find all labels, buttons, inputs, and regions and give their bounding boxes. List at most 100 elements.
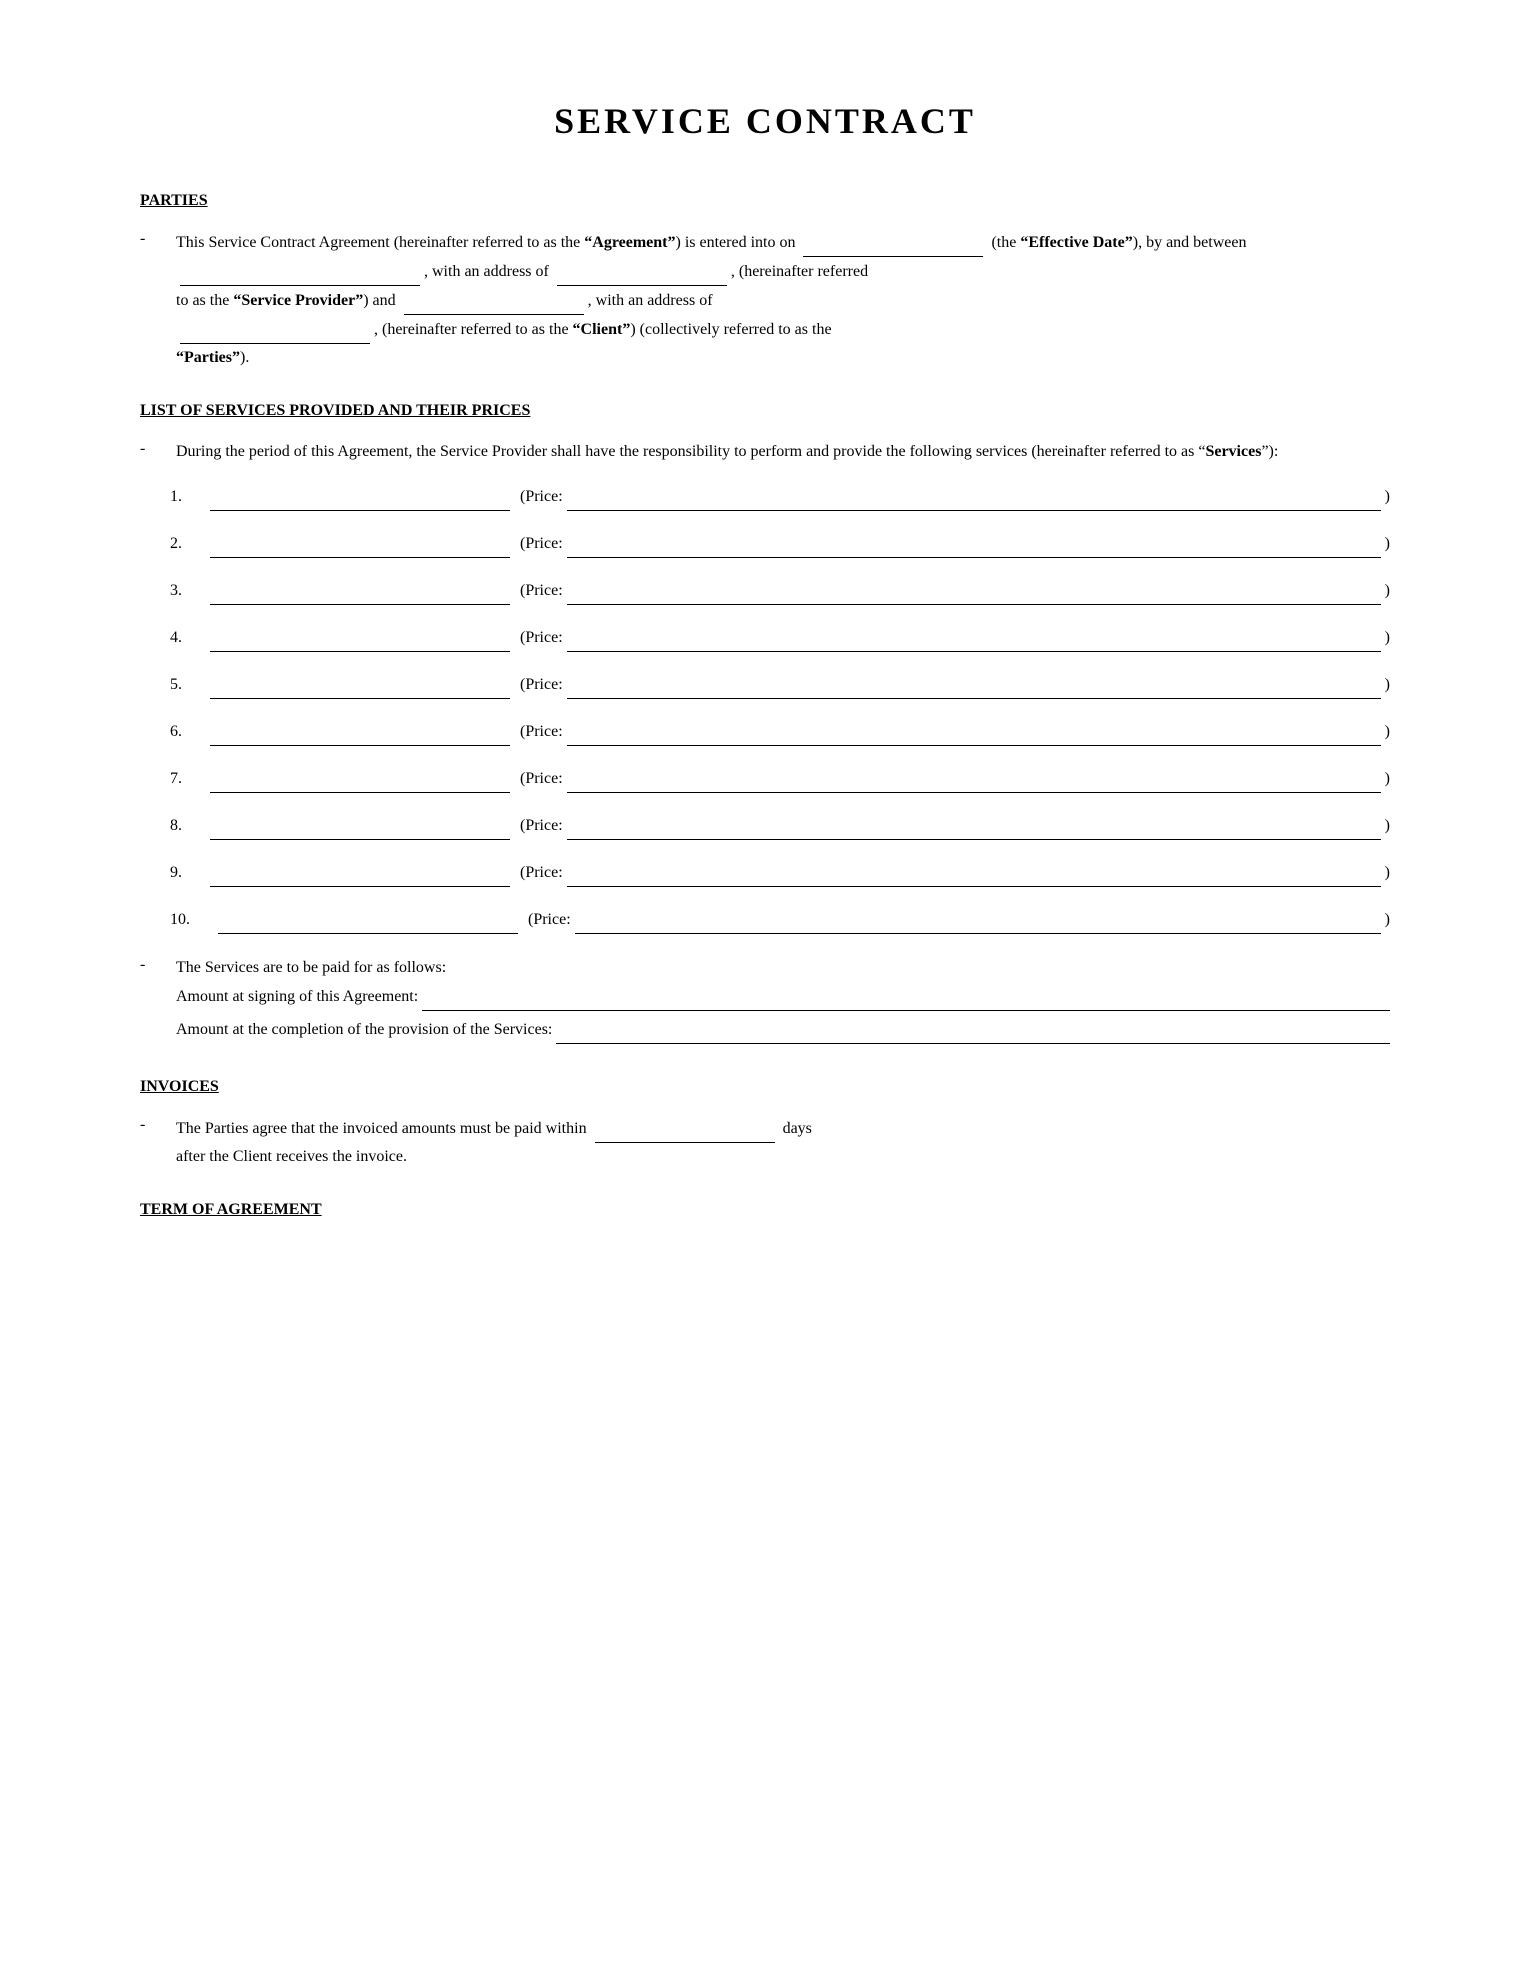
service-num-5: 5. xyxy=(170,671,210,699)
payment-dash-icon: - xyxy=(140,956,168,1048)
service-item-7: 7. (Price: ) xyxy=(170,764,1390,793)
price-close-1: ) xyxy=(1385,483,1390,511)
price-close-2: ) xyxy=(1385,530,1390,558)
service-item-9: 9. (Price: ) xyxy=(170,858,1390,887)
service-name-blank-2[interactable] xyxy=(210,529,510,558)
invoices-intro: The Parties agree that the invoiced amou… xyxy=(176,1120,591,1137)
service-num-1: 1. xyxy=(170,483,210,511)
price-blank-6[interactable] xyxy=(567,717,1381,746)
price-blank-3[interactable] xyxy=(567,576,1381,605)
price-blank-8[interactable] xyxy=(567,811,1381,840)
service-item-1: 1. (Price: ) xyxy=(170,482,1390,511)
payment-completion-row: Amount at the completion of the provisio… xyxy=(176,1015,1390,1044)
effective-date-blank[interactable] xyxy=(803,228,983,257)
service-item-8: 8. (Price: ) xyxy=(170,811,1390,840)
client-name-blank[interactable] xyxy=(404,286,584,315)
price-close-8: ) xyxy=(1385,812,1390,840)
invoices-days-label: days xyxy=(779,1120,812,1137)
parties-p3: , with an address of xyxy=(424,263,553,280)
service-name-blank-4[interactable] xyxy=(210,623,510,652)
parties-with: , with an address of xyxy=(588,292,713,309)
price-blank-2[interactable] xyxy=(567,529,1381,558)
services-intro-paragraph: - During the period of this Agreement, t… xyxy=(140,438,1390,466)
parties-intro: This Service Contract Agreement (hereina… xyxy=(176,234,584,251)
service-provider-name-blank[interactable] xyxy=(180,257,420,286)
invoices-section: INVOICES - The Parties agree that the in… xyxy=(140,1078,1390,1171)
parties-p1: ) is entered into on xyxy=(676,234,800,251)
payment-signing-blank[interactable] xyxy=(422,982,1390,1011)
payment-completion-blank[interactable] xyxy=(556,1015,1390,1044)
service-name-blank-6[interactable] xyxy=(210,717,510,746)
services-heading: LIST OF SERVICES PROVIDED AND THEIR PRIC… xyxy=(140,402,1390,420)
price-label-10: (Price: xyxy=(528,906,571,934)
agreement-term: “Agreement” xyxy=(584,234,675,251)
payment-completion-label: Amount at the completion of the provisio… xyxy=(176,1016,552,1044)
effective-date-term: “Effective Date” xyxy=(1020,234,1132,251)
service-num-6: 6. xyxy=(170,718,210,746)
invoice-days-blank[interactable] xyxy=(595,1114,775,1143)
price-label-4: (Price: xyxy=(520,624,563,652)
service-name-blank-7[interactable] xyxy=(210,764,510,793)
parties-to-as: to as the xyxy=(176,292,233,309)
service-name-blank-5[interactable] xyxy=(210,670,510,699)
service-num-8: 8. xyxy=(170,812,210,840)
price-close-9: ) xyxy=(1385,859,1390,887)
price-label-3: (Price: xyxy=(520,577,563,605)
services-list: 1. (Price: ) 2. (Price: ) 3. (Price: xyxy=(170,482,1390,934)
service-num-4: 4. xyxy=(170,624,210,652)
parties-collectively: ) (collectively referred to as the xyxy=(630,321,831,338)
client-term: “Client” xyxy=(573,321,631,338)
price-blank-9[interactable] xyxy=(567,858,1381,887)
invoices-text: The Parties agree that the invoiced amou… xyxy=(176,1114,1390,1171)
service-item-4: 4. (Price: ) xyxy=(170,623,1390,652)
service-name-blank-1[interactable] xyxy=(210,482,510,511)
price-blank-1[interactable] xyxy=(567,482,1381,511)
price-label-9: (Price: xyxy=(520,859,563,887)
parties-paragraph: - This Service Contract Agreement (herei… xyxy=(140,228,1390,372)
parties-term: “Parties” xyxy=(176,349,240,366)
service-num-7: 7. xyxy=(170,765,210,793)
price-close-7: ) xyxy=(1385,765,1390,793)
service-provider-address-blank[interactable] xyxy=(557,257,727,286)
price-blank-4[interactable] xyxy=(567,623,1381,652)
price-close-4: ) xyxy=(1385,624,1390,652)
service-num-9: 9. xyxy=(170,859,210,887)
service-item-3: 3. (Price: ) xyxy=(170,576,1390,605)
payment-paragraph: - The Services are to be paid for as fol… xyxy=(140,954,1390,1048)
services-dash-icon: - xyxy=(140,440,168,466)
price-label-6: (Price: xyxy=(520,718,563,746)
service-name-blank-3[interactable] xyxy=(210,576,510,605)
service-name-blank-8[interactable] xyxy=(210,811,510,840)
parties-section: PARTIES - This Service Contract Agreemen… xyxy=(140,192,1390,372)
parties-end: ). xyxy=(240,349,249,366)
payment-signing-row: Amount at signing of this Agreement: xyxy=(176,982,1390,1011)
page-title: SERVICE CONTRACT xyxy=(140,100,1390,142)
service-item-2: 2. (Price: ) xyxy=(170,529,1390,558)
price-blank-5[interactable] xyxy=(567,670,1381,699)
price-close-3: ) xyxy=(1385,577,1390,605)
price-blank-7[interactable] xyxy=(567,764,1381,793)
price-label-7: (Price: xyxy=(520,765,563,793)
price-close-6: ) xyxy=(1385,718,1390,746)
term-section: TERM OF AGREEMENT xyxy=(140,1201,1390,1219)
price-close-5: ) xyxy=(1385,671,1390,699)
service-name-blank-10[interactable] xyxy=(218,905,518,934)
parties-the: (the xyxy=(987,234,1020,251)
payment-signing-label: Amount at signing of this Agreement: xyxy=(176,983,418,1011)
invoices-paragraph: - The Parties agree that the invoiced am… xyxy=(140,1114,1390,1171)
service-name-blank-9[interactable] xyxy=(210,858,510,887)
parties-p4: , (hereinafter referred xyxy=(731,263,868,280)
price-label-2: (Price: xyxy=(520,530,563,558)
invoices-dash-icon: - xyxy=(140,1116,168,1171)
invoices-heading: INVOICES xyxy=(140,1078,1390,1096)
price-blank-10[interactable] xyxy=(575,905,1381,934)
price-close-10: ) xyxy=(1385,906,1390,934)
invoices-end: after the Client receives the invoice. xyxy=(176,1148,407,1165)
price-label-8: (Price: xyxy=(520,812,563,840)
parties-p2: ), by and between xyxy=(1133,234,1247,251)
parties-and: ) and xyxy=(363,292,399,309)
service-num-10: 10. xyxy=(170,906,218,934)
client-address-blank[interactable] xyxy=(180,315,370,344)
service-item-5: 5. (Price: ) xyxy=(170,670,1390,699)
service-provider-term: “Service Provider” xyxy=(233,292,363,309)
